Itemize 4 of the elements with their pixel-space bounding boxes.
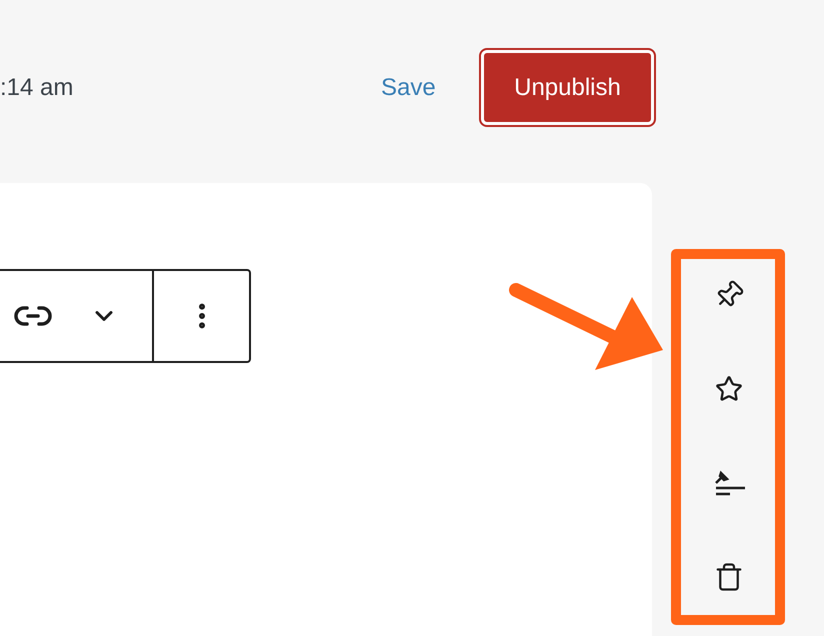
unpublish-button[interactable]: Unpublish [481, 50, 654, 125]
publish-time: :14 am [0, 72, 74, 102]
save-button[interactable]: Save [381, 70, 481, 106]
link-icon[interactable] [14, 304, 52, 328]
